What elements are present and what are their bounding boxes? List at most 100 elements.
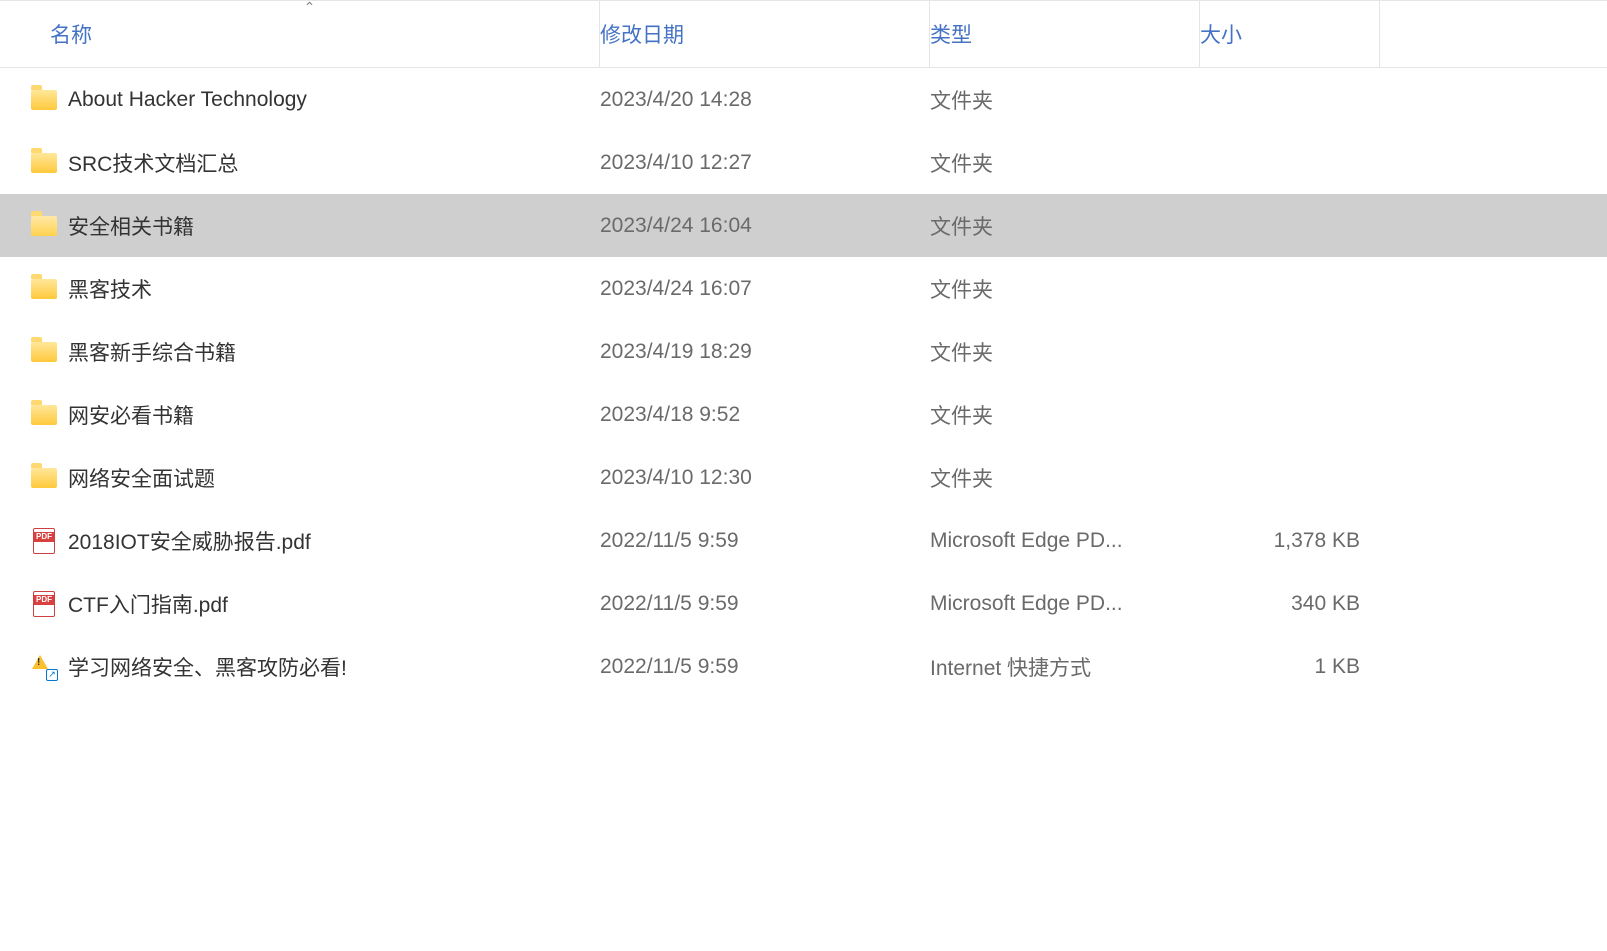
internet-shortcut-icon <box>32 655 56 679</box>
cell-name: SRC技术文档汇总 <box>20 148 600 178</box>
file-type: Microsoft Edge PD... <box>930 529 1123 553</box>
folder-open-icon <box>31 216 57 236</box>
cell-type: Microsoft Edge PD... <box>930 529 1200 553</box>
column-header-size[interactable]: 大小 <box>1200 1 1380 67</box>
cell-type: 文件夹 <box>930 400 1200 430</box>
file-date: 2022/11/5 9:59 <box>600 592 739 616</box>
file-name: About Hacker Technology <box>68 88 307 112</box>
cell-name: 黑客技术 <box>20 274 600 304</box>
file-type: 文件夹 <box>930 337 993 367</box>
row-icon <box>30 212 58 240</box>
column-header-date-label: 修改日期 <box>600 19 684 49</box>
file-date: 2023/4/24 16:07 <box>600 277 752 301</box>
cell-type: 文件夹 <box>930 148 1200 178</box>
row-icon <box>30 401 58 429</box>
file-row[interactable]: CTF入门指南.pdf 2022/11/5 9:59 Microsoft Edge … <box>0 572 1607 635</box>
cell-date: 2022/11/5 9:59 <box>600 529 930 553</box>
column-header-date[interactable]: 修改日期 <box>600 1 930 67</box>
file-row[interactable]: 学习网络安全、黑客攻防必看! 2022/11/5 9:59 Internet 快捷方… <box>0 635 1607 698</box>
file-name: 2018IOT安全威胁报告.pdf <box>68 526 311 556</box>
pdf-icon <box>33 591 55 617</box>
file-date: 2023/4/19 18:29 <box>600 340 752 364</box>
row-icon <box>30 86 58 114</box>
file-date: 2023/4/10 12:30 <box>600 466 752 490</box>
file-list-view: ⌃ 名称 修改日期 类型 大小 About Hacker Technology 2… <box>0 0 1607 698</box>
cell-name: 网络安全面试题 <box>20 463 600 493</box>
cell-type: 文件夹 <box>930 274 1200 304</box>
cell-date: 2023/4/10 12:30 <box>600 466 930 490</box>
cell-type: 文件夹 <box>930 211 1200 241</box>
file-row[interactable]: 安全相关书籍 2023/4/24 16:04 文件夹 <box>0 194 1607 257</box>
file-date: 2023/4/24 16:04 <box>600 214 752 238</box>
sort-indicator-icon: ⌃ <box>304 0 316 16</box>
cell-name: 网安必看书籍 <box>20 400 600 430</box>
cell-type: Microsoft Edge PD... <box>930 592 1200 616</box>
cell-date: 2023/4/20 14:28 <box>600 88 930 112</box>
file-type: 文件夹 <box>930 400 993 430</box>
file-type: 文件夹 <box>930 85 993 115</box>
file-type: 文件夹 <box>930 463 993 493</box>
file-size: 1 KB <box>1314 655 1360 679</box>
cell-date: 2023/4/24 16:04 <box>600 214 930 238</box>
file-name: 学习网络安全、黑客攻防必看! <box>68 652 347 682</box>
row-icon <box>30 275 58 303</box>
file-row[interactable]: 2018IOT安全威胁报告.pdf 2022/11/5 9:59 Microsoft… <box>0 509 1607 572</box>
column-header-type-label: 类型 <box>930 19 972 49</box>
folder-icon <box>31 468 57 488</box>
cell-date: 2022/11/5 9:59 <box>600 592 930 616</box>
cell-size: 1,378 KB <box>1200 529 1380 553</box>
file-date: 2023/4/10 12:27 <box>600 151 752 175</box>
cell-type: Internet 快捷方式 <box>930 652 1200 682</box>
file-name: 网安必看书籍 <box>68 400 194 430</box>
file-type: 文件夹 <box>930 211 993 241</box>
file-type: 文件夹 <box>930 274 993 304</box>
folder-icon <box>31 342 57 362</box>
cell-date: 2022/11/5 9:59 <box>600 655 930 679</box>
cell-size: 1 KB <box>1200 655 1380 679</box>
column-header-row: ⌃ 名称 修改日期 类型 大小 <box>0 0 1607 68</box>
file-date: 2022/11/5 9:59 <box>600 655 739 679</box>
cell-name: 2018IOT安全威胁报告.pdf <box>20 526 600 556</box>
cell-name: 安全相关书籍 <box>20 211 600 241</box>
file-date: 2023/4/20 14:28 <box>600 88 752 112</box>
column-header-name[interactable]: ⌃ 名称 <box>20 1 600 67</box>
pdf-icon <box>33 528 55 554</box>
row-icon <box>30 527 58 555</box>
file-name: 网络安全面试题 <box>68 463 215 493</box>
file-name: CTF入门指南.pdf <box>68 589 228 619</box>
row-icon <box>30 149 58 177</box>
cell-date: 2023/4/24 16:07 <box>600 277 930 301</box>
column-header-name-label: 名称 <box>50 19 92 49</box>
column-header-type[interactable]: 类型 <box>930 1 1200 67</box>
file-name: SRC技术文档汇总 <box>68 148 238 178</box>
file-name: 黑客技术 <box>68 274 152 304</box>
file-size: 1,378 KB <box>1274 529 1360 553</box>
file-type: Internet 快捷方式 <box>930 652 1091 682</box>
file-type: 文件夹 <box>930 148 993 178</box>
row-icon <box>30 590 58 618</box>
cell-type: 文件夹 <box>930 337 1200 367</box>
row-icon <box>30 464 58 492</box>
cell-type: 文件夹 <box>930 463 1200 493</box>
cell-size: 340 KB <box>1200 592 1380 616</box>
column-header-size-label: 大小 <box>1200 19 1242 49</box>
file-rows-container: About Hacker Technology 2023/4/20 14:28 文件… <box>0 68 1607 698</box>
file-date: 2022/11/5 9:59 <box>600 529 739 553</box>
file-row[interactable]: 网安必看书籍 2023/4/18 9:52 文件夹 <box>0 383 1607 446</box>
folder-icon <box>31 279 57 299</box>
file-row[interactable]: 黑客技术 2023/4/24 16:07 文件夹 <box>0 257 1607 320</box>
row-icon <box>30 653 58 681</box>
cell-name: CTF入门指南.pdf <box>20 589 600 619</box>
cell-name: About Hacker Technology <box>20 86 600 114</box>
file-row[interactable]: 网络安全面试题 2023/4/10 12:30 文件夹 <box>0 446 1607 509</box>
file-name: 安全相关书籍 <box>68 211 194 241</box>
file-date: 2023/4/18 9:52 <box>600 403 740 427</box>
cell-name: 学习网络安全、黑客攻防必看! <box>20 652 600 682</box>
file-size: 340 KB <box>1291 592 1360 616</box>
file-row[interactable]: SRC技术文档汇总 2023/4/10 12:27 文件夹 <box>0 131 1607 194</box>
file-name: 黑客新手综合书籍 <box>68 337 236 367</box>
file-row[interactable]: 黑客新手综合书籍 2023/4/19 18:29 文件夹 <box>0 320 1607 383</box>
cell-date: 2023/4/10 12:27 <box>600 151 930 175</box>
cell-type: 文件夹 <box>930 85 1200 115</box>
file-row[interactable]: About Hacker Technology 2023/4/20 14:28 文件… <box>0 68 1607 131</box>
